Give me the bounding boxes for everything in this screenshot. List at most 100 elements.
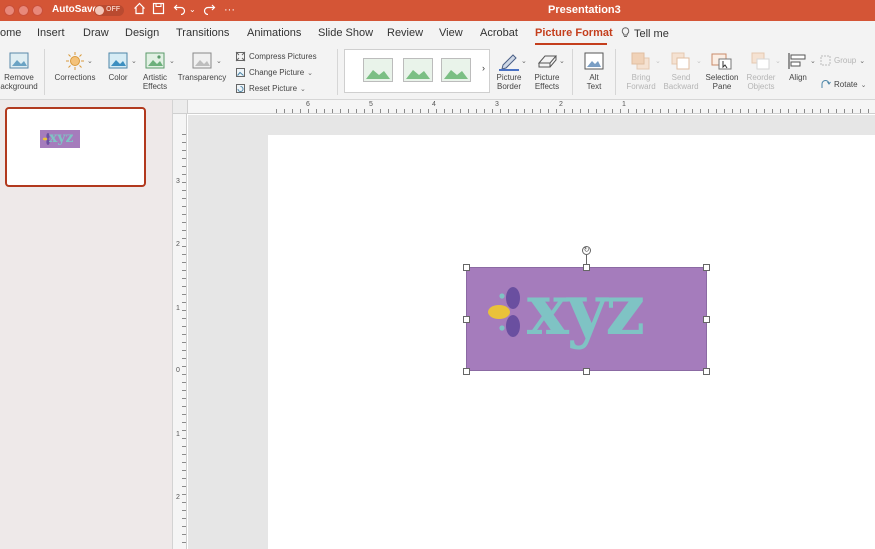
group-button[interactable]: Group ⌄ [820,55,865,66]
horizontal-ruler[interactable]: 6 5 4 3 2 1 [188,100,875,114]
reorder-objects-icon [751,52,770,70]
picture-effects-dropdown-icon[interactable]: ⌄ [559,57,565,65]
ruler-tick [396,109,397,113]
ruler-tick [182,510,186,511]
ruler-tick [182,414,186,415]
tab-insert[interactable]: Insert [37,27,65,39]
title-bar: AutoSave OFF ⌄ ··· Presentation3 [0,0,875,21]
resize-handle-bottom[interactable] [583,368,590,375]
artistic-effects-button[interactable]: Artistic Effects [138,51,172,91]
ruler-number: 3 [176,178,180,185]
change-picture-dropdown-icon[interactable]: ⌄ [307,70,313,77]
corrections-button[interactable]: Corrections [52,51,98,82]
corrections-dropdown-icon[interactable]: ⌄ [87,57,93,65]
artistic-effects-dropdown-icon[interactable]: ⌄ [169,57,175,65]
tab-transitions[interactable]: Transitions [176,27,229,39]
group-dropdown-icon[interactable]: ⌄ [859,58,865,65]
bring-forward-dropdown-icon[interactable]: ⌄ [655,57,661,65]
tab-draw[interactable]: Draw [83,27,109,39]
send-backward-button[interactable]: Send Backward [661,51,701,91]
home-icon[interactable] [133,2,146,19]
reorder-objects-dropdown-icon[interactable]: ⌄ [775,57,781,65]
save-icon[interactable] [152,2,165,19]
gallery-scroll-arrow-icon[interactable]: › [482,63,485,73]
align-dropdown-icon[interactable]: ⌄ [810,57,816,65]
tell-me-label: Tell me [634,28,669,40]
tab-design[interactable]: Design [125,27,159,39]
picture-style-2[interactable] [403,58,433,82]
ribbon-separator [337,49,338,95]
tab-view[interactable]: View [439,27,463,39]
tab-home[interactable]: ome [0,27,21,39]
tab-review[interactable]: Review [387,27,423,39]
ruler-tick [182,166,186,167]
alt-text-button[interactable]: Alt Text [578,51,610,91]
reset-picture-icon [236,84,245,93]
ribbon-separator [44,49,45,95]
ruler-tick [182,502,186,503]
close-window-button[interactable] [4,5,15,16]
more-icon[interactable]: ··· [224,2,235,18]
change-picture-icon [236,68,245,77]
logo-picture[interactable]: xyz [466,267,707,371]
ruler-tick [182,342,186,343]
rotate-dropdown-icon[interactable]: ⌄ [861,82,867,89]
tab-acrobat[interactable]: Acrobat [480,27,518,39]
ruler-tick [372,109,373,113]
tab-picture-format[interactable]: Picture Format [535,27,613,39]
picture-effects-icon [537,55,558,68]
tell-me[interactable]: Tell me [621,27,669,40]
picture-border-label-1: Picture [496,73,522,82]
remove-background-button[interactable]: Remove ackground [0,51,38,91]
ruler-tick [182,430,186,431]
resize-handle-bottom-right[interactable] [703,368,710,375]
picture-style-1[interactable] [363,58,393,82]
tab-animations[interactable]: Animations [247,27,301,39]
ruler-tick [812,109,813,113]
resize-handle-left[interactable] [463,316,470,323]
undo-dropdown-icon[interactable]: ⌄ [189,2,196,18]
ruler-tick [644,109,645,113]
ruler-tick [444,109,445,113]
ruler-tick [324,109,325,113]
resize-handle-bottom-left[interactable] [463,368,470,375]
group-icon [820,55,831,66]
resize-handle-top[interactable] [583,264,590,271]
redo-icon[interactable] [203,2,216,19]
ruler-tick [182,150,186,151]
resize-handle-right[interactable] [703,316,710,323]
send-backward-label-1: Send [671,73,691,82]
resize-handle-top-right[interactable] [703,264,710,271]
ruler-tick [724,109,725,113]
color-dropdown-icon[interactable]: ⌄ [131,57,137,65]
reset-picture-button[interactable]: Reset Picture ⌄ [235,83,306,94]
zoom-window-button[interactable] [32,5,43,16]
ruler-tick [364,109,365,113]
ruler-tick [182,446,186,447]
color-button[interactable]: Color [102,51,134,82]
transparency-dropdown-icon[interactable]: ⌄ [216,57,222,65]
minimize-window-button[interactable] [18,5,29,16]
selection-pane-button[interactable]: Selection Pane [702,51,742,91]
resize-handle-top-left[interactable] [463,264,470,271]
align-button[interactable]: Align [782,51,814,82]
picture-effects-label-1: Picture [534,73,560,82]
picture-border-dropdown-icon[interactable]: ⌄ [521,57,527,65]
picture-style-3[interactable] [441,58,471,82]
picture-style-icon [406,70,430,79]
change-picture-button[interactable]: Change Picture ⌄ [235,67,313,78]
send-backward-dropdown-icon[interactable]: ⌄ [696,57,702,65]
reset-picture-dropdown-icon[interactable]: ⌄ [300,86,306,93]
compress-pictures-button[interactable]: Compress Pictures [235,51,317,62]
transparency-button[interactable]: Transparency [176,51,228,82]
slide-thumbnail-1[interactable]: xyz [5,107,146,187]
tab-slide-show[interactable]: Slide Show [318,27,373,39]
vertical-ruler[interactable]: 3 2 1 0 1 2 [173,114,187,549]
autosave-toggle[interactable]: OFF [94,5,124,16]
group-label: Group [834,56,857,65]
rotate-handle-icon[interactable]: ↻ [582,246,591,255]
rotate-button[interactable]: Rotate ⌄ [820,79,866,90]
ruler-tick [428,109,429,113]
ruler-tick [316,109,317,113]
undo-icon[interactable] [173,2,186,19]
